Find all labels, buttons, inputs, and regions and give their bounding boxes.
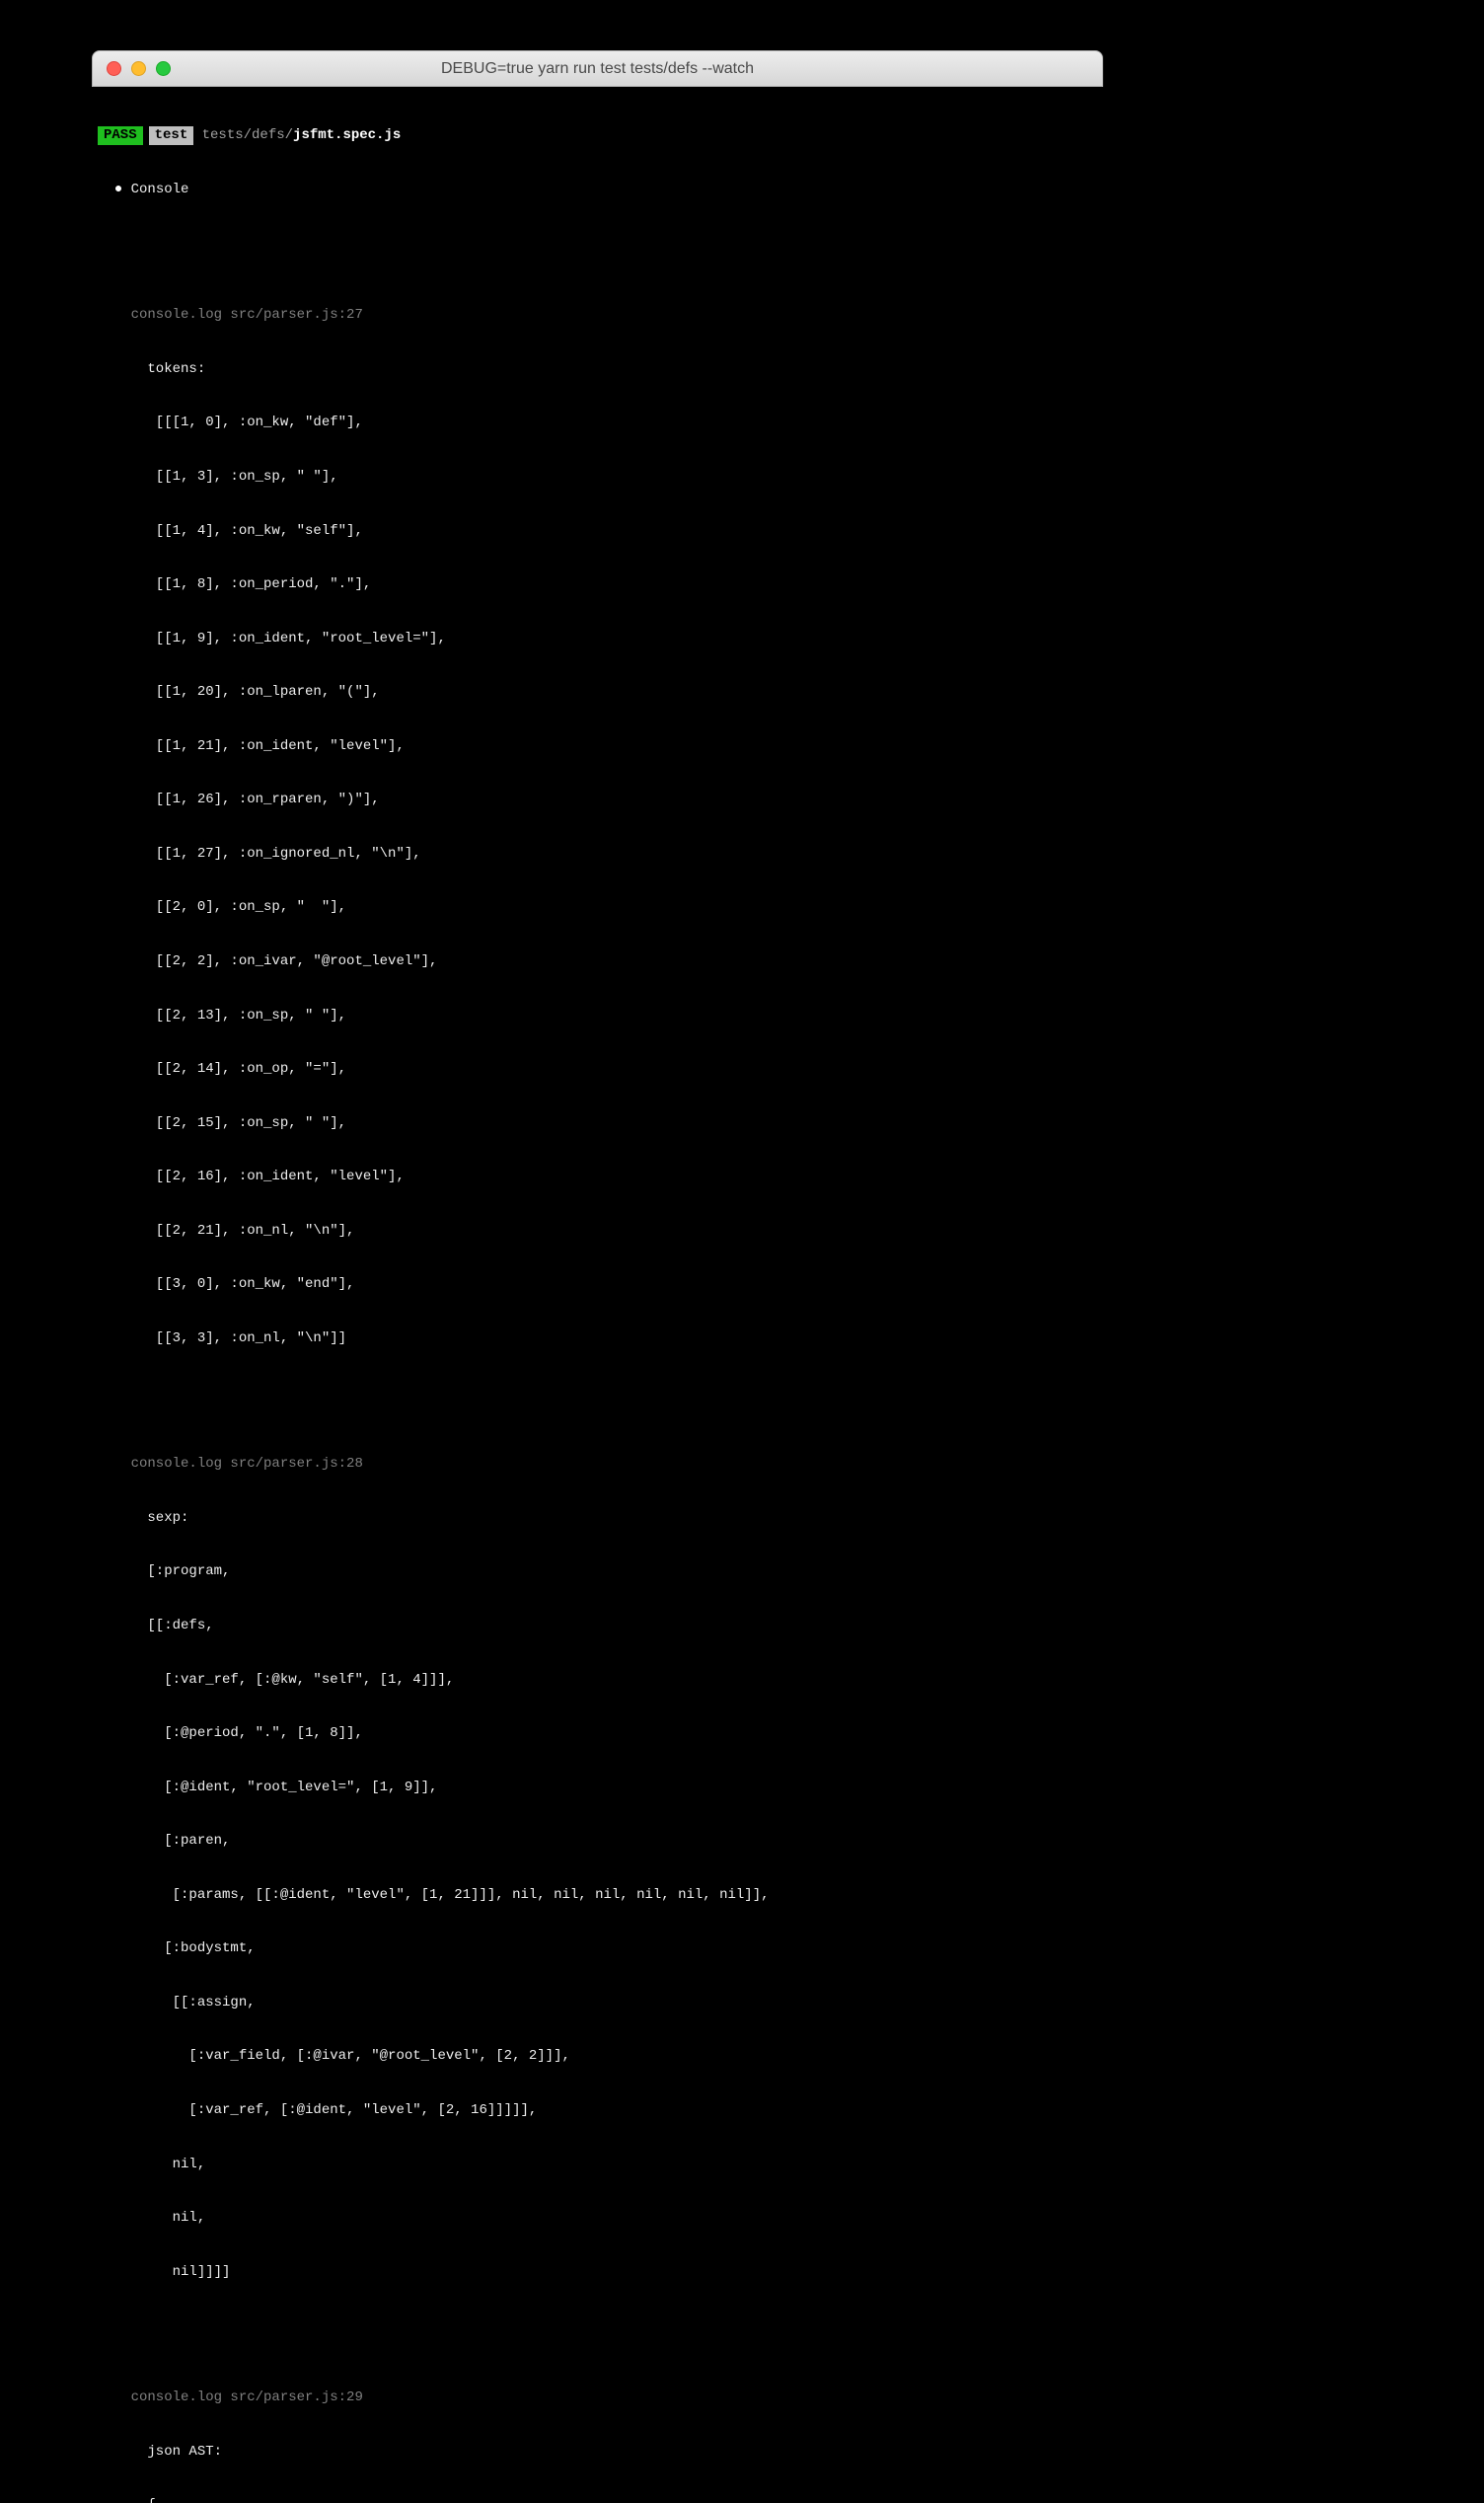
log-line: [[1, 3], :on_sp, " "], <box>98 468 1103 486</box>
log-line: nil, <box>98 2156 1103 2173</box>
blank-line <box>98 2316 1103 2334</box>
console-label-row: ● Console <box>98 181 1103 198</box>
blank-line <box>98 1384 1103 1402</box>
log-line: nil]]]] <box>98 2263 1103 2281</box>
log-line: [[2, 15], :on_sp, " "], <box>98 1114 1103 1132</box>
terminal-body[interactable]: PASS test tests/defs/jsfmt.spec.js ● Cons… <box>92 87 1103 2503</box>
log-line: [[2, 14], :on_op, "="], <box>98 1060 1103 1078</box>
bullet-icon: ● <box>114 182 122 197</box>
log-line: [:var_field, [:@ivar, "@root_level", [2,… <box>98 2047 1103 2065</box>
pass-badge: PASS <box>98 126 143 144</box>
log-line: [[2, 16], :on_ident, "level"], <box>98 1168 1103 1185</box>
log-line: [[1, 4], :on_kw, "self"], <box>98 522 1103 540</box>
log-line: tokens: <box>98 360 1103 378</box>
test-badge: test <box>149 126 194 144</box>
minimize-icon[interactable] <box>131 61 146 76</box>
log-header: console.log src/parser.js:29 <box>98 2389 1103 2406</box>
log-line: [:var_ref, [:@kw, "self", [1, 4]]], <box>98 1671 1103 1689</box>
console-label: Console <box>131 182 189 197</box>
log-header: console.log src/parser.js:28 <box>98 1455 1103 1473</box>
window-title: DEBUG=true yarn run test tests/defs --wa… <box>93 60 1102 78</box>
blank-line <box>98 235 1103 253</box>
log-line: [[3, 0], :on_kw, "end"], <box>98 1275 1103 1293</box>
log-line: [:var_ref, [:@ident, "level", [2, 16]]]]… <box>98 2101 1103 2119</box>
log-line: json AST: <box>98 2443 1103 2461</box>
log-line: { <box>98 2496 1103 2503</box>
log-line: [[3, 3], :on_nl, "\n"]] <box>98 1329 1103 1347</box>
log-line: [[2, 21], :on_nl, "\n"], <box>98 1222 1103 1240</box>
log-line: nil, <box>98 2209 1103 2227</box>
log-line: [[1, 21], :on_ident, "level"], <box>98 737 1103 755</box>
log-header: console.log src/parser.js:27 <box>98 306 1103 324</box>
log-line: [:params, [[:@ident, "level", [1, 21]]],… <box>98 1886 1103 1904</box>
log-line: [[1, 26], :on_rparen, ")"], <box>98 791 1103 808</box>
titlebar[interactable]: DEBUG=true yarn run test tests/defs --wa… <box>92 50 1103 87</box>
log-line: [:@ident, "root_level=", [1, 9]], <box>98 1779 1103 1796</box>
log-line: [[1, 8], :on_period, "."], <box>98 575 1103 593</box>
log-line: [[:assign, <box>98 1994 1103 2011</box>
log-line: [[1, 27], :on_ignored_nl, "\n"], <box>98 845 1103 863</box>
log-line: [:paren, <box>98 1832 1103 1850</box>
terminal-window: DEBUG=true yarn run test tests/defs --wa… <box>92 50 1103 2503</box>
log-line: [[1, 9], :on_ident, "root_level="], <box>98 630 1103 647</box>
log-line: [[[1, 0], :on_kw, "def"], <box>98 414 1103 431</box>
traffic-lights <box>107 61 171 76</box>
log-line: [[:defs, <box>98 1617 1103 1634</box>
test-path-file: jsfmt.spec.js <box>293 127 401 143</box>
log-line: [[2, 2], :on_ivar, "@root_level"], <box>98 952 1103 970</box>
zoom-icon[interactable] <box>156 61 171 76</box>
log-line: [[1, 20], :on_lparen, "("], <box>98 683 1103 701</box>
log-line: [:bodystmt, <box>98 1939 1103 1957</box>
test-path-prefix: tests/defs/ <box>193 127 293 143</box>
log-line: [:program, <box>98 1562 1103 1580</box>
test-result-header: PASS test tests/defs/jsfmt.spec.js <box>98 126 1103 144</box>
log-line: [[2, 0], :on_sp, " "], <box>98 898 1103 916</box>
log-line: [[2, 13], :on_sp, " "], <box>98 1007 1103 1024</box>
close-icon[interactable] <box>107 61 121 76</box>
log-line: sexp: <box>98 1509 1103 1527</box>
log-line: [:@period, ".", [1, 8]], <box>98 1724 1103 1742</box>
